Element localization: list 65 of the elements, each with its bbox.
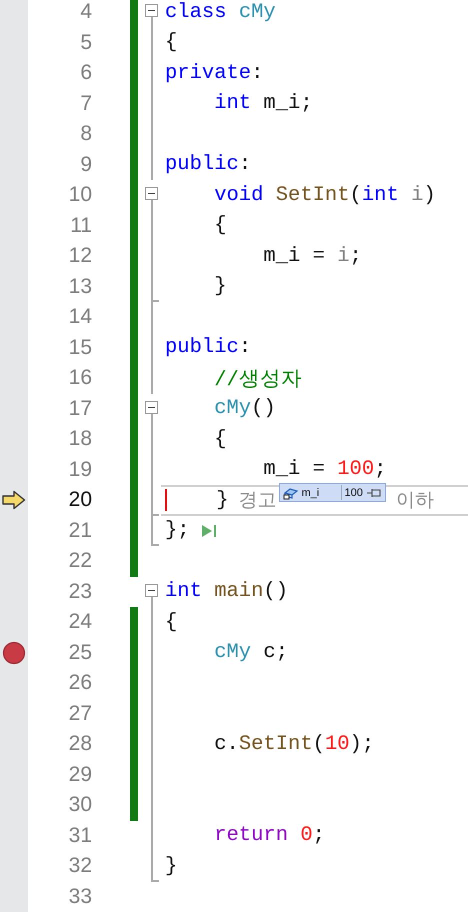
line-number: 22 xyxy=(68,548,92,574)
line-number: 17 xyxy=(68,396,92,422)
line-number: 13 xyxy=(68,274,92,300)
line-number: 18 xyxy=(68,426,92,452)
code-line: { xyxy=(213,214,227,238)
line-number: 11 xyxy=(69,212,92,239)
line-number: 4 xyxy=(79,0,92,26)
code-line: return 0; xyxy=(213,824,325,848)
line-number: 28 xyxy=(68,731,92,758)
code-line: } xyxy=(213,275,227,298)
line-number: 25 xyxy=(68,640,92,666)
line-number: 30 xyxy=(68,792,92,818)
code-line: } xyxy=(215,488,229,512)
collapse-button[interactable] xyxy=(145,584,158,596)
code-line: cMy() xyxy=(213,397,276,420)
line-number: 14 xyxy=(68,304,92,330)
line-number: 32 xyxy=(68,853,92,880)
code-line: class cMy xyxy=(165,0,276,24)
line-number: 20 xyxy=(68,487,92,514)
line-number: 29 xyxy=(68,762,92,788)
code-line: void SetInt(int i) xyxy=(213,184,436,207)
line-number: 6 xyxy=(79,60,92,86)
variable-icon xyxy=(282,486,299,500)
hint-text: 경고 xyxy=(238,489,277,514)
line-number: 15 xyxy=(68,334,92,361)
line-number: 5 xyxy=(79,30,92,56)
collapse-button[interactable] xyxy=(145,187,158,200)
code-line: //생성자 xyxy=(213,368,302,392)
line-number: 12 xyxy=(68,243,92,270)
line-number: 26 xyxy=(68,670,92,696)
line-number: 16 xyxy=(68,365,92,392)
code-line: m_i = 100; xyxy=(262,458,386,482)
code-line: public: xyxy=(165,153,252,176)
collapse-button[interactable] xyxy=(145,4,158,17)
code-line: cMy c; xyxy=(213,641,288,664)
line-number: 27 xyxy=(68,700,92,727)
line-number: 24 xyxy=(68,609,92,636)
code-line: m_i = i; xyxy=(262,244,362,268)
code-line: int m_i; xyxy=(213,92,313,116)
line-number: 33 xyxy=(68,884,92,910)
code-line: { xyxy=(213,428,227,451)
line-number: 8 xyxy=(79,121,92,148)
line-number: 7 xyxy=(79,90,92,117)
code-line: } xyxy=(165,854,178,878)
data-tip[interactable]: m_i 100 xyxy=(278,483,386,502)
line-number: 31 xyxy=(68,822,92,849)
hint-text: 이하 xyxy=(396,489,434,514)
code-line: { xyxy=(165,31,178,54)
breakpoint-icon[interactable] xyxy=(2,640,26,665)
code-line: }; xyxy=(165,519,190,542)
variable-name: m_i xyxy=(302,486,320,498)
collapse-button[interactable] xyxy=(145,400,158,414)
run-to-click-icon[interactable] xyxy=(200,522,218,539)
code-line: int main() xyxy=(165,580,288,604)
line-number: 23 xyxy=(68,578,92,605)
line-number: 21 xyxy=(68,518,92,544)
variable-value: 100 xyxy=(344,486,363,498)
code-line: public: xyxy=(165,336,252,360)
pin-icon[interactable] xyxy=(366,486,382,498)
line-number: 19 xyxy=(68,456,92,483)
code-line: c.SetInt(10); xyxy=(213,732,374,756)
line-number: 9 xyxy=(79,152,92,178)
code-line: { xyxy=(165,610,178,634)
line-number: 10 xyxy=(68,182,92,208)
code-line: private: xyxy=(165,62,264,85)
